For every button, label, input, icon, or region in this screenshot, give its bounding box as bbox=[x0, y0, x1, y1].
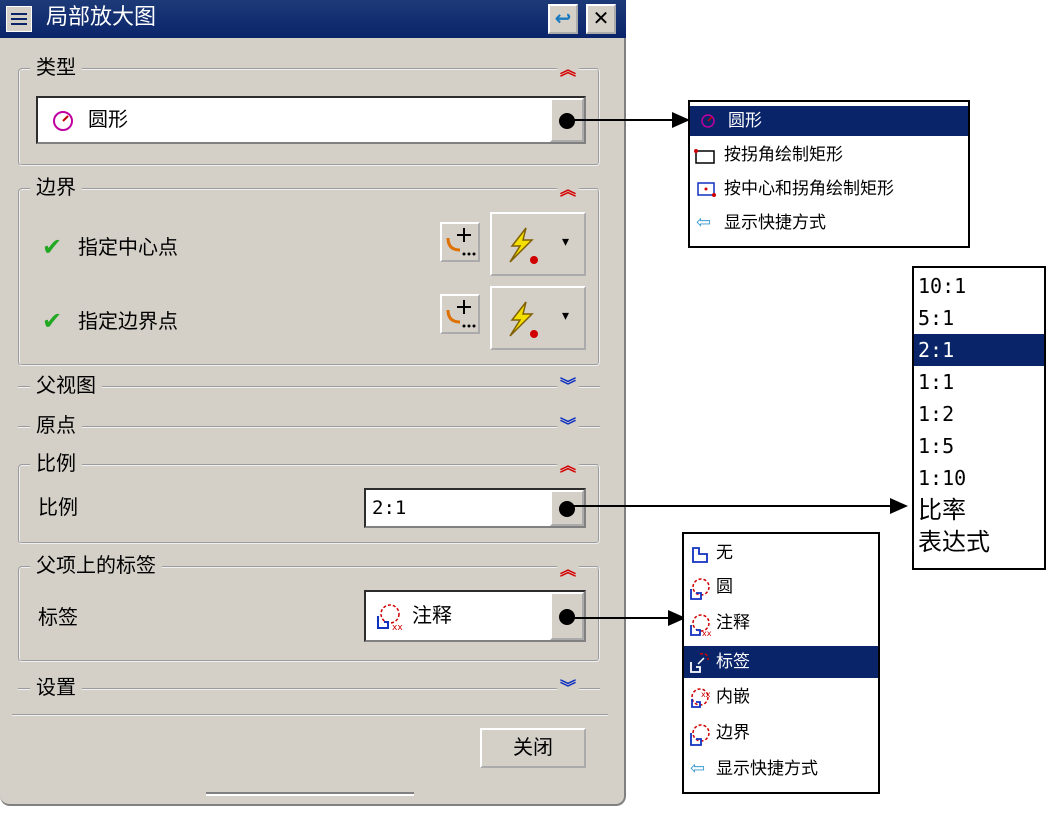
scale-option-selected[interactable]: 2:1 bbox=[914, 334, 1044, 366]
parent-view-divider bbox=[18, 386, 600, 388]
arrow-icon bbox=[890, 498, 908, 514]
scale-option[interactable]: 5:1 bbox=[914, 302, 1044, 334]
parent-label-group-title: 父项上的标签 bbox=[30, 553, 162, 577]
circle-type-icon bbox=[701, 114, 715, 128]
center-point-dialog-button[interactable] bbox=[440, 222, 480, 262]
label-menu-item[interactable]: xx 内嵌 bbox=[684, 684, 878, 714]
settings-divider bbox=[18, 688, 600, 690]
scale-option[interactable]: 1:10 bbox=[914, 462, 1044, 494]
label-menu-item[interactable]: xx 注释 bbox=[684, 610, 878, 640]
close-button[interactable]: 关闭 bbox=[480, 728, 586, 768]
resize-grip[interactable] bbox=[206, 792, 414, 796]
close-icon: ✕ bbox=[592, 6, 610, 30]
show-shortcuts-icon: ⇦ bbox=[690, 758, 706, 779]
collapse-type-icon[interactable]: ︽ bbox=[557, 62, 579, 78]
expand-settings-icon[interactable]: ︾ bbox=[557, 680, 579, 696]
reset-button[interactable]: ↩ bbox=[548, 4, 578, 34]
scale-option[interactable]: 表达式 bbox=[914, 526, 1044, 558]
label-dropdown-button[interactable] bbox=[550, 592, 584, 640]
label-menu: 无 圆 xx 注释 标签 xx 内嵌 边界 ⇦ 显示快捷方式 bbox=[682, 532, 880, 794]
label-menu-item[interactable]: 圆 bbox=[684, 574, 878, 604]
footer-divider bbox=[12, 714, 608, 716]
scale-option[interactable]: 1:2 bbox=[914, 398, 1044, 430]
label-menu-item-selected[interactable]: 标签 bbox=[684, 646, 878, 678]
title-bar[interactable]: 局部放大图 ↩ ✕ bbox=[0, 0, 626, 38]
scale-label: 比例 bbox=[38, 495, 78, 519]
callout-line bbox=[566, 505, 896, 507]
type-value: 圆形 bbox=[88, 107, 128, 131]
label-type-value: 注释 bbox=[412, 603, 452, 627]
label-tag-icon bbox=[690, 652, 709, 673]
scale-option[interactable]: 10:1 bbox=[914, 270, 1044, 302]
annotation-label-icon: xx bbox=[377, 604, 403, 632]
checkmark-icon: ✔ bbox=[42, 307, 63, 335]
boundary-point-snap-button[interactable]: ▾ bbox=[490, 286, 586, 350]
type-menu-item[interactable]: 按中心和拐角绘制矩形 bbox=[690, 176, 968, 206]
scale-group-title: 比例 bbox=[30, 451, 82, 475]
label-menu-item[interactable]: 无 bbox=[684, 540, 878, 570]
center-point-snap-button[interactable]: ▾ bbox=[490, 212, 586, 276]
parent-view-title[interactable]: 父视图 bbox=[30, 373, 102, 397]
scale-option[interactable]: 1:5 bbox=[914, 430, 1044, 462]
circle-label-icon bbox=[690, 578, 710, 600]
svg-text:xx: xx bbox=[702, 629, 712, 637]
point-dialog-icon bbox=[446, 228, 476, 256]
scale-dropdown-button[interactable] bbox=[550, 490, 584, 526]
settings-title[interactable]: 设置 bbox=[30, 675, 82, 699]
chevron-down-icon: ▾ bbox=[562, 308, 570, 324]
type-menu-item[interactable]: 圆形 bbox=[690, 106, 968, 136]
no-label-icon bbox=[692, 547, 708, 563]
expand-origin-icon[interactable]: ︾ bbox=[557, 418, 579, 434]
collapse-boundary-icon[interactable]: ︽ bbox=[557, 182, 579, 198]
boundary-point-dialog-button[interactable] bbox=[440, 294, 480, 334]
type-menu: 圆形 按拐角绘制矩形 按中心和拐角绘制矩形 ⇦ 显示快捷方式 bbox=[688, 100, 970, 248]
checkmark-icon: ✔ bbox=[42, 233, 63, 261]
scale-option[interactable]: 比率 bbox=[914, 494, 1044, 526]
menu-icon[interactable] bbox=[6, 6, 32, 32]
corner-rectangle-icon bbox=[694, 149, 715, 164]
type-select[interactable]: 圆形 bbox=[36, 96, 586, 144]
label-menu-item[interactable]: ⇦ 显示快捷方式 bbox=[684, 756, 878, 786]
scale-option[interactable]: 1:1 bbox=[914, 366, 1044, 398]
chevron-down-icon: ▾ bbox=[562, 234, 570, 250]
lightning-point-icon bbox=[509, 301, 538, 338]
dropdown-dot-icon bbox=[559, 501, 575, 517]
label-menu-item[interactable]: 边界 bbox=[684, 720, 878, 750]
expand-parent-view-icon[interactable]: ︾ bbox=[557, 378, 579, 394]
reset-arrow-icon: ↩ bbox=[554, 6, 572, 30]
close-x-button[interactable]: ✕ bbox=[586, 4, 616, 34]
collapse-scale-icon[interactable]: ︽ bbox=[557, 458, 579, 474]
detail-view-dialog: 局部放大图 ↩ ✕ 类型 ︽ 圆形 边界 ︽ ✔ 指定中心点 ▾ ✔ 指定边界点… bbox=[0, 0, 626, 806]
circle-type-icon bbox=[53, 111, 73, 131]
label-type-select[interactable]: xx 注释 bbox=[364, 590, 586, 642]
svg-text:xx: xx bbox=[392, 623, 403, 632]
svg-text:xx: xx bbox=[701, 690, 711, 699]
dropdown-dot-icon bbox=[559, 113, 575, 129]
scale-select[interactable]: 2:1 bbox=[364, 488, 586, 528]
origin-divider bbox=[18, 426, 600, 428]
callout-line bbox=[570, 119, 680, 121]
scale-value: 2:1 bbox=[372, 497, 407, 519]
show-shortcuts-icon: ⇦ bbox=[696, 212, 712, 233]
scale-list: 10:1 5:1 2:1 1:1 1:2 1:5 1:10 比率 表达式 bbox=[912, 266, 1046, 570]
collapse-parent-label-icon[interactable]: ︽ bbox=[557, 562, 579, 578]
lightning-point-icon bbox=[509, 227, 538, 264]
boundary-label-icon bbox=[690, 724, 710, 746]
boundary-point-label: 指定边界点 bbox=[78, 309, 178, 333]
point-dialog-icon bbox=[446, 300, 476, 328]
center-rectangle-icon bbox=[697, 182, 716, 197]
type-menu-item[interactable]: ⇦ 显示快捷方式 bbox=[690, 210, 968, 240]
boundary-group-title: 边界 bbox=[30, 175, 82, 199]
callout-line bbox=[566, 617, 676, 619]
type-menu-item[interactable]: 按拐角绘制矩形 bbox=[690, 142, 968, 172]
type-group-title: 类型 bbox=[30, 55, 82, 79]
dialog-title: 局部放大图 bbox=[46, 5, 157, 30]
origin-title[interactable]: 原点 bbox=[30, 413, 82, 437]
embedded-label-icon: xx bbox=[691, 688, 711, 708]
label-type-label: 标签 bbox=[38, 605, 78, 629]
annotation-label-icon: xx bbox=[690, 614, 712, 637]
center-point-label: 指定中心点 bbox=[78, 235, 178, 259]
